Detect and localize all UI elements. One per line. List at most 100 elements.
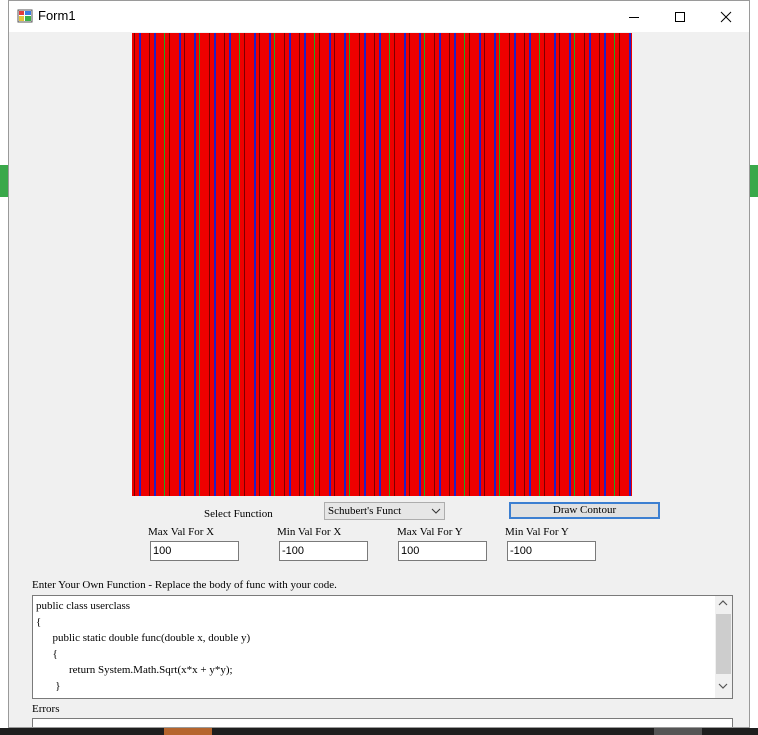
contour-line [179, 33, 181, 496]
contour-line [509, 33, 510, 496]
contour-line [599, 33, 600, 496]
select-function-label: Select Function [204, 508, 273, 520]
max-x-input[interactable]: 100 [150, 541, 239, 561]
contour-line [284, 33, 285, 496]
contour-line [134, 33, 135, 496]
min-x-input[interactable]: -100 [279, 541, 368, 561]
min-y-label: Min Val For Y [505, 526, 569, 538]
contour-line [619, 33, 620, 496]
contour-line [304, 33, 306, 496]
contour-line [494, 33, 496, 496]
contour-line [314, 33, 315, 496]
contour-line [169, 33, 170, 496]
contour-line [469, 33, 470, 496]
editor-label: Enter Your Own Function - Replace the bo… [32, 579, 337, 591]
contour-line [454, 33, 456, 496]
contour-line [434, 33, 435, 496]
contour-line [274, 33, 275, 496]
contour-line [164, 33, 165, 496]
contour-line [299, 33, 300, 496]
chevron-down-icon [431, 508, 441, 514]
contour-background [132, 33, 632, 496]
contour-line [464, 33, 465, 496]
min-y-input[interactable]: -100 [507, 541, 596, 561]
window-title: Form1 [38, 8, 76, 23]
max-y-label: Max Val For Y [397, 526, 463, 538]
title-bar[interactable]: Form1 [9, 1, 749, 32]
contour-canvas [132, 33, 632, 496]
contour-line [484, 33, 485, 496]
code-editor[interactable]: public class userclass { public static d… [32, 595, 733, 699]
contour-line [439, 33, 441, 496]
code-text[interactable]: public class userclass { public static d… [33, 596, 732, 698]
errors-label: Errors [32, 703, 60, 715]
contour-plot [132, 33, 632, 496]
contour-line [614, 33, 615, 496]
taskbar-item[interactable] [654, 728, 702, 735]
min-x-label: Min Val For X [277, 526, 342, 538]
contour-line [409, 33, 410, 496]
contour-line [349, 33, 350, 496]
contour-line [269, 33, 271, 496]
form-window: Form1 Select Function Schubert's Funct D… [8, 0, 750, 728]
contour-line [514, 33, 516, 496]
contour-line [479, 33, 481, 496]
contour-line [229, 33, 231, 496]
taskbar-item[interactable] [164, 728, 212, 735]
contour-line [529, 33, 531, 496]
contour-line [209, 33, 210, 496]
contour-line [329, 33, 331, 496]
background-app-bar-right [750, 165, 758, 197]
max-x-label: Max Val For X [148, 526, 215, 538]
contour-line [574, 33, 575, 496]
close-button[interactable] [703, 1, 749, 32]
contour-line [544, 33, 545, 496]
contour-line [604, 33, 606, 496]
function-select[interactable]: Schubert's Funct [324, 502, 445, 520]
errors-output[interactable] [32, 718, 733, 727]
contour-line [149, 33, 150, 496]
contour-line [289, 33, 291, 496]
contour-line [194, 33, 196, 496]
contour-line [379, 33, 381, 496]
function-select-value: Schubert's Funct [328, 505, 402, 517]
contour-line [559, 33, 560, 496]
editor-scrollbar[interactable] [715, 596, 732, 698]
minimize-button[interactable] [611, 1, 657, 32]
contour-line [449, 33, 450, 496]
contour-line [584, 33, 585, 496]
contour-line [419, 33, 421, 496]
contour-line [539, 33, 540, 496]
scroll-up-icon[interactable] [718, 599, 728, 607]
taskbar [0, 728, 758, 735]
background-app-bar-left [0, 165, 8, 197]
contour-line [404, 33, 406, 496]
contour-line [374, 33, 375, 496]
contour-line [359, 33, 360, 496]
max-y-input[interactable]: 100 [398, 541, 487, 561]
contour-line [214, 33, 216, 496]
contour-line [184, 33, 185, 496]
contour-line [254, 33, 256, 496]
contour-line [139, 33, 141, 496]
scroll-thumb[interactable] [716, 614, 731, 674]
contour-line [239, 33, 240, 496]
contour-line [629, 33, 631, 496]
contour-line [569, 33, 571, 496]
draw-contour-button[interactable]: Draw Contour [509, 502, 660, 519]
maximize-button[interactable] [657, 1, 703, 32]
contour-line [199, 33, 200, 496]
contour-line [394, 33, 395, 496]
contour-line [389, 33, 390, 496]
minimize-icon [629, 16, 639, 18]
contour-line [424, 33, 425, 496]
contour-line [259, 33, 260, 496]
contour-line [524, 33, 525, 496]
scroll-down-icon[interactable] [718, 682, 728, 690]
contour-line [334, 33, 335, 496]
contour-line [499, 33, 500, 496]
maximize-icon [675, 11, 685, 22]
contour-line [364, 33, 366, 496]
contour-line [244, 33, 245, 496]
contour-line [344, 33, 346, 496]
